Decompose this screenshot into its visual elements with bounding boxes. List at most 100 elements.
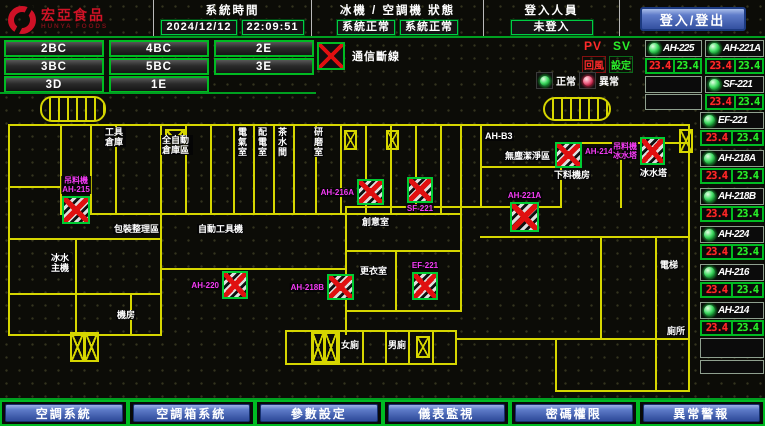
damper-icon [416,336,430,358]
unit-empty-slot [700,338,764,358]
unit-name: AH-218B [718,191,755,202]
unit-status-led [703,266,716,279]
login-section: 登入/登出 [619,0,765,36]
unit-SF-221[interactable]: SF-221 [705,76,764,93]
unit-sv-value: 23.4 [732,207,763,221]
floor-button-2BC[interactable]: 2BC [4,40,104,57]
login-person-value: 未登入 [511,20,593,35]
floor-button-1E[interactable]: 1E [109,76,209,93]
unit-AH-218B[interactable]: AH-218B [700,188,764,205]
nav-button-參數設定[interactable]: 參數設定 [260,404,378,422]
unit-pv-value: 23.4 [701,207,732,221]
unit-values-AH-224: 23.423.4 [700,244,764,260]
floor-button-4BC[interactable]: 4BC [109,40,209,57]
bottom-nav-section: 儀表監視 [383,400,511,426]
unit-empty-slot [645,76,702,93]
equipment-EF-221[interactable] [412,272,438,300]
equipment-label-AH-215: 吊料機AH-215 [61,176,91,194]
room-label: 配電室 [256,127,268,157]
unit-status-led [703,228,716,241]
wall [345,250,462,252]
wall [285,330,287,365]
comm-loss-label: 通信斷線 [352,48,400,64]
nav-button-密碼權限[interactable]: 密碼權限 [515,404,633,422]
normal-legend: 正常 [536,72,576,89]
wall [555,390,690,392]
pv-label: PV [584,39,602,53]
unit-sv-value: 23.4 [732,131,763,145]
unit-AH-216[interactable]: AH-216 [700,264,764,281]
abnormal-label: 異常 [599,73,619,88]
wall [60,213,462,215]
normal-led-frame [536,72,553,89]
wall [8,124,690,126]
nav-button-空調系統[interactable]: 空調系統 [5,404,123,422]
nav-button-儀表監視[interactable]: 儀表監視 [388,404,506,422]
abnormal-legend: 異常 [579,72,619,89]
wall [460,124,462,215]
room-label: AH-B3 [484,131,514,141]
equipment-AH-220[interactable] [222,271,248,299]
room-label: 工具倉庫 [104,127,126,147]
pv-source-label: 回風 [582,56,606,73]
floor-button-3D[interactable]: 3D [4,76,104,93]
room-label: 更衣室 [359,266,388,276]
equipment-AH-214[interactable] [555,142,582,168]
wall [253,124,255,215]
room-label: 電氣室 [236,127,248,157]
equipment-AH-221A[interactable] [510,202,539,232]
unit-EF-221[interactable]: EF-221 [700,112,764,129]
unit-values-AH-218B: 23.423.4 [700,206,764,222]
damper-icon [344,130,357,150]
unit-name: AH-224 [718,229,749,240]
wall [345,310,462,312]
wall [210,124,212,215]
equipment-冰水塔[interactable] [640,137,665,165]
unit-AH-225[interactable]: AH-225 [645,40,702,57]
system-date-value: 2024/12/12 [161,20,236,35]
nav-button-空調箱系統[interactable]: 空調箱系統 [133,404,251,422]
equipment-AH-215[interactable] [62,196,90,224]
nav-button-異常警報[interactable]: 異常警報 [643,404,761,422]
damper-icon [324,332,338,363]
floor-button-3BC[interactable]: 3BC [4,58,104,75]
equipment-SF-221[interactable] [407,177,433,203]
room-label: 冰水塔 [639,168,668,178]
equipment-AH-218B[interactable] [327,274,354,300]
comm-loss-icon [317,42,345,70]
wall [480,236,690,238]
normal-led-icon [539,75,551,87]
sv-source-label: 設定 [609,56,633,73]
room-label: 下料機房 [553,170,591,180]
unit-AH-221A[interactable]: AH-221A [705,40,764,57]
floor-button-3E[interactable]: 3E [214,58,314,75]
equipment-AH-216A[interactable] [357,179,384,205]
unit-values-EF-221: 23.423.4 [700,130,764,146]
floor-button-2E[interactable]: 2E [214,40,314,57]
wall [395,250,397,312]
system-time-label: 系統時間 [154,2,311,18]
unit-name: AH-221A [723,43,760,54]
unit-sv-value: 23.4 [732,245,763,259]
floor-button-5BC[interactable]: 5BC [109,58,209,75]
room-label: 女廁 [340,340,360,350]
unit-AH-214[interactable]: AH-214 [700,302,764,319]
wall [480,166,562,168]
login-logout-button[interactable]: 登入/登出 [640,7,746,31]
bottom-nav-section: 空調箱系統 [128,400,256,426]
unit-status-led [708,78,721,91]
wall [655,236,657,392]
unit-AH-218A[interactable]: AH-218A [700,150,764,167]
chiller-status-value: 系統正常 [337,20,395,35]
equipment-label-EF-221: EF-221 [411,261,439,270]
hmi-screen: 工具倉庫全自動倉庫區電氣室配電室茶水間研磨室AH-B3無塵潔淨區下料機房冰水塔包… [0,0,765,426]
stairs-icon [40,96,106,122]
abnormal-led-icon [582,75,594,87]
unit-empty-slot [700,360,764,374]
unit-AH-224[interactable]: AH-224 [700,226,764,243]
unit-values-AH-221A: 23.423.4 [705,58,764,74]
bottom-nav-section: 密碼權限 [510,400,638,426]
unit-values-SF-221: 23.423.4 [705,94,764,110]
damper-icon [311,332,325,363]
wall [460,206,462,312]
